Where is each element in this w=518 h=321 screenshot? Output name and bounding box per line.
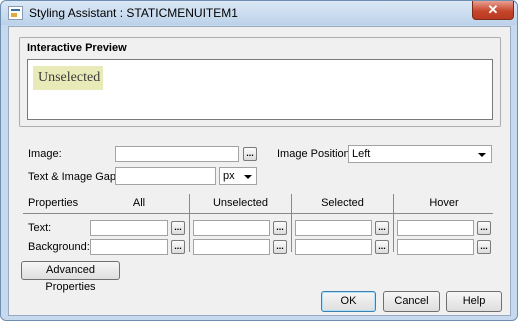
col-header-hover: Hover	[429, 197, 459, 209]
image-field[interactable]	[115, 146, 239, 162]
text-all-browse-button[interactable]: ...	[171, 221, 185, 235]
grid-column-divider	[291, 194, 292, 252]
background-all-browse-button[interactable]: ...	[171, 240, 185, 254]
image-position-value: Left	[352, 148, 371, 160]
text-image-gap-label: Text & Image Gap:	[28, 171, 120, 183]
grid-column-divider	[393, 194, 394, 252]
preview-menu-item[interactable]: Unselected	[33, 66, 103, 90]
image-browse-button[interactable]: ...	[243, 147, 257, 161]
dialog-body: Interactive Preview Unselected Image: ..…	[8, 26, 511, 316]
background-unselected-field[interactable]	[193, 239, 270, 255]
grid-header-divider	[23, 213, 493, 214]
image-label: Image:	[28, 148, 62, 160]
text-all-field[interactable]	[90, 220, 168, 236]
text-hover-field[interactable]	[397, 220, 474, 236]
text-selected-field[interactable]	[295, 220, 372, 236]
col-header-selected: Selected	[321, 197, 364, 209]
text-hover-browse-button[interactable]: ...	[477, 221, 491, 235]
window-title: Styling Assistant : STATICMENUITEM1	[29, 6, 238, 20]
interactive-preview-group: Interactive Preview Unselected	[19, 37, 501, 127]
col-header-unselected: Unselected	[212, 197, 269, 209]
app-icon	[8, 6, 23, 20]
title-bar[interactable]: Styling Assistant : STATICMENUITEM1 ✕	[1, 1, 517, 25]
text-row-label: Text:	[28, 222, 52, 234]
gap-unit-value: px	[223, 170, 235, 182]
advanced-properties-button[interactable]: Advanced Properties	[21, 261, 120, 293]
image-position-select[interactable]: Left	[348, 145, 492, 163]
preview-group-label: Interactive Preview	[27, 42, 127, 54]
text-selected-browse-button[interactable]: ...	[375, 221, 389, 235]
image-position-label: Image Position:	[277, 148, 353, 160]
styling-assistant-dialog: Styling Assistant : STATICMENUITEM1 ✕ In…	[0, 0, 518, 321]
chevron-down-icon	[244, 175, 252, 179]
preview-area: Unselected	[27, 59, 493, 120]
background-hover-browse-button[interactable]: ...	[477, 240, 491, 254]
help-button[interactable]: Help	[446, 291, 502, 312]
background-hover-field[interactable]	[397, 239, 474, 255]
ok-button[interactable]: OK	[321, 291, 376, 312]
background-all-field[interactable]	[90, 239, 168, 255]
close-button[interactable]: ✕	[472, 1, 514, 20]
text-image-gap-field[interactable]	[115, 167, 216, 185]
gap-unit-select[interactable]: px	[219, 167, 257, 185]
col-header-properties: Properties	[28, 197, 79, 209]
background-selected-field[interactable]	[295, 239, 372, 255]
text-unselected-browse-button[interactable]: ...	[273, 221, 287, 235]
background-row-label: Background:	[28, 241, 90, 253]
col-header-all: All	[132, 197, 146, 209]
background-selected-browse-button[interactable]: ...	[375, 240, 389, 254]
cancel-button[interactable]: Cancel	[383, 291, 440, 312]
grid-column-divider	[189, 194, 190, 252]
background-unselected-browse-button[interactable]: ...	[273, 240, 287, 254]
text-unselected-field[interactable]	[193, 220, 270, 236]
chevron-down-icon	[478, 153, 486, 157]
